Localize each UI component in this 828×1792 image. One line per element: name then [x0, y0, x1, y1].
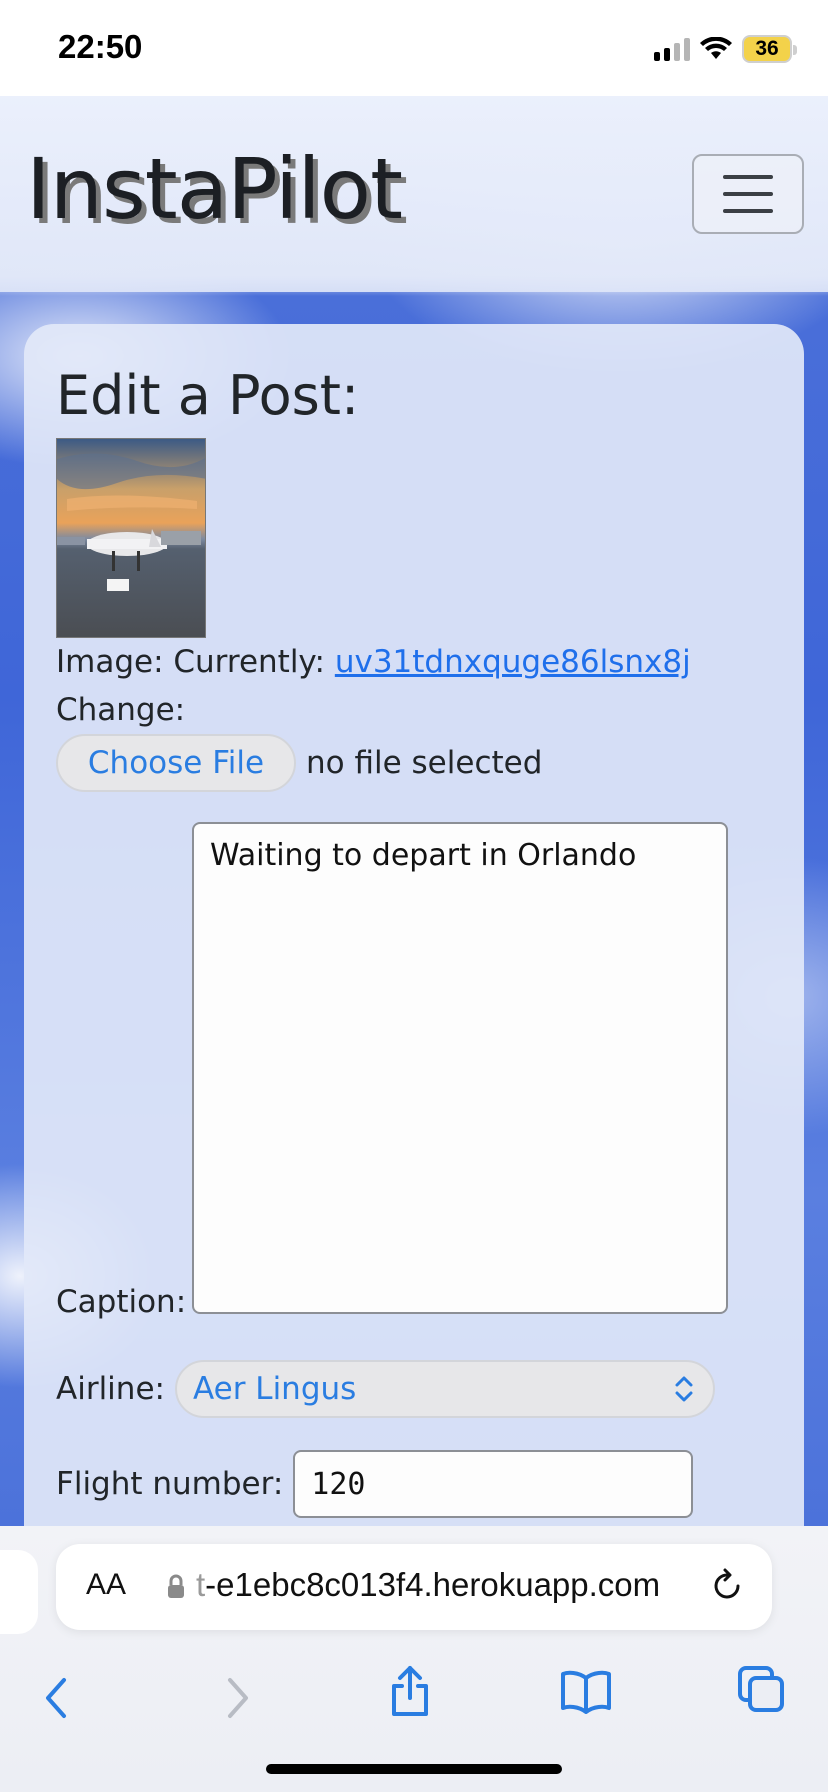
browser-toolbar: AA t-e1ebc8c013f4.herokuapp.com [0, 1526, 828, 1792]
brand-logo[interactable]: InstaPilot [26, 140, 403, 238]
caption-label: Caption: [56, 1284, 187, 1320]
current-image-link[interactable]: uv31tdnxquge86lsnx8j [335, 644, 691, 680]
file-input-row: Choose File no file selected [56, 734, 542, 792]
file-status: no file selected [306, 745, 543, 781]
edit-post-card: Edit a Post: Image: Currently: uv31tdnxq… [24, 324, 804, 1584]
home-indicator[interactable] [266, 1764, 562, 1774]
previous-tab-peek[interactable] [0, 1550, 38, 1634]
battery-level: 36 [755, 37, 779, 60]
forward-icon[interactable] [222, 1676, 252, 1720]
share-icon[interactable] [388, 1664, 432, 1718]
caption-textarea[interactable]: Waiting to depart in Orlando [192, 822, 728, 1314]
up-down-chevron-icon [675, 1376, 693, 1402]
url-text[interactable]: t-e1ebc8c013f4.herokuapp.com [196, 1566, 716, 1604]
current-image-row: Image: Currently: uv31tdnxquge86lsnx8j [56, 644, 691, 680]
choose-file-button[interactable]: Choose File [56, 734, 296, 792]
airline-label: Airline: [56, 1371, 165, 1407]
battery-icon: 36 [742, 35, 797, 63]
back-icon[interactable] [42, 1676, 72, 1720]
address-bar[interactable]: AA t-e1ebc8c013f4.herokuapp.com [56, 1544, 772, 1630]
post-image-thumbnail [56, 438, 206, 638]
flight-number-row: Flight number: 120 [56, 1450, 694, 1518]
image-current-label: Image: Currently: [56, 644, 325, 680]
url-faded-prefix: t [196, 1566, 206, 1603]
tabs-icon[interactable] [736, 1664, 786, 1714]
bookmarks-icon[interactable] [560, 1668, 612, 1714]
url-domain: -e1ebc8c013f4.herokuapp.com [205, 1566, 661, 1603]
airline-selected-value: Aer Lingus [192, 1371, 357, 1407]
status-bar: 22:50 36 [0, 0, 828, 96]
flight-number-input[interactable]: 120 [293, 1450, 694, 1518]
lock-icon [168, 1574, 184, 1598]
change-label: Change: [56, 692, 186, 728]
airline-row: Airline: Aer Lingus [56, 1360, 715, 1418]
status-icons: 36 [654, 32, 797, 66]
page-title: Edit a Post: [56, 364, 360, 427]
airline-select[interactable]: Aer Lingus [174, 1360, 715, 1418]
menu-toggle-button[interactable] [692, 154, 804, 234]
cellular-signal-icon [654, 37, 690, 61]
hamburger-icon [723, 175, 773, 179]
wifi-icon [700, 37, 732, 59]
airplane-photo [57, 439, 205, 637]
reload-icon[interactable] [710, 1566, 746, 1606]
status-time: 22:50 [58, 28, 143, 65]
flight-number-label: Flight number: [56, 1466, 284, 1502]
text-size-button[interactable]: AA [86, 1568, 126, 1602]
